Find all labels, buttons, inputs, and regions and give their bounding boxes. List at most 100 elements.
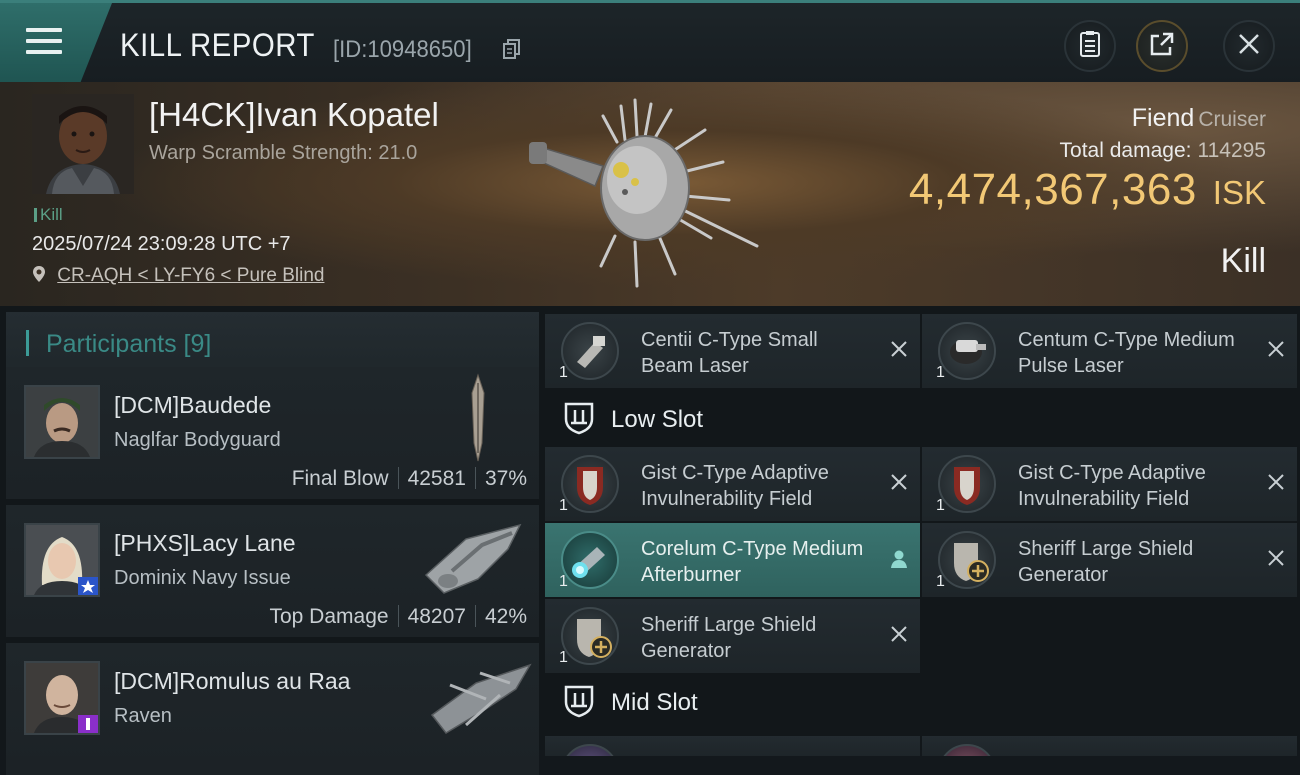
participant-ship-image	[464, 373, 492, 468]
module-slot[interactable]: 1 Centii C-Type Small Beam Laser	[545, 314, 920, 388]
total-damage-label: Total damage:	[1059, 139, 1192, 162]
module-name: Corelum C-Type Medium Afterburner	[641, 538, 864, 586]
copy-icon[interactable]	[503, 39, 521, 64]
victim-name: [H4CK]Ivan Kopatel	[149, 96, 439, 133]
ship-summary: Fiend Cruiser Total damage: 114295 4,474,3…	[909, 104, 1266, 215]
module-slot[interactable]	[922, 736, 1297, 756]
participant-avatar[interactable]	[24, 523, 100, 597]
module-icon	[561, 455, 619, 513]
section-mid-slot: Mid Slot	[543, 677, 1300, 729]
module-slot[interactable]: 1 Sheriff Large Shield Generator	[545, 599, 920, 673]
share-icon	[1149, 31, 1175, 62]
remove-icon[interactable]	[890, 473, 908, 496]
participants-title: Participants	[45, 330, 177, 358]
remove-icon[interactable]	[1267, 473, 1285, 496]
remove-icon[interactable]	[890, 340, 908, 363]
module-name: Sheriff Large Shield Generator	[1018, 538, 1194, 586]
participants-panel: Participants [9] [DCM]Baudede Naglfar Bo…	[0, 306, 543, 775]
module-qty: 1	[936, 573, 945, 590]
report-id: [ID:10948650]	[333, 36, 472, 63]
header-bar: KILL REPORT [ID:10948650]	[0, 0, 1300, 82]
module-qty: 1	[559, 497, 568, 514]
participant-name: [DCM]Baudede	[114, 392, 272, 418]
participants-header: Participants [9]	[6, 312, 539, 372]
section-label: Low Slot	[611, 406, 704, 433]
module-icon	[938, 744, 996, 756]
total-damage-value: 114295	[1197, 139, 1266, 162]
victim-ship-name: Fiend	[1131, 104, 1195, 132]
module-slot[interactable]	[545, 736, 920, 756]
module-name: Centum C-Type Medium Pulse Laser	[1018, 329, 1235, 377]
victim-banner: [H4CK]Ivan Kopatel Warp Scramble Strengt…	[0, 82, 1300, 306]
participant-ship: Naglfar Bodyguard	[114, 429, 281, 451]
participant-card[interactable]: [DCM]Romulus au Raa Raven	[6, 643, 539, 775]
participant-damage: 42581	[407, 467, 466, 490]
victim-ship-class: Cruiser	[1198, 108, 1266, 131]
section-label: Mid Slot	[611, 689, 698, 716]
kill-location[interactable]: CR-AQH < LY-FY6 < Pure Blind	[32, 265, 324, 287]
pilot-icon[interactable]	[890, 549, 908, 574]
participant-name: [DCM]Romulus au Raa	[114, 668, 351, 694]
module-qty: 1	[936, 497, 945, 514]
module-name: Gist C-Type Adaptive Invulnerability Fie…	[1018, 462, 1206, 510]
participant-percent: 42%	[484, 605, 527, 628]
participant-ship-image	[422, 519, 526, 604]
module-icon	[938, 322, 996, 380]
shield-slot-icon	[563, 684, 595, 723]
module-icon	[938, 531, 996, 589]
clipboard-icon	[1079, 30, 1101, 63]
kill-badge: Kill	[34, 205, 63, 225]
participant-tag: Final Blow	[291, 467, 389, 490]
module-qty: 1	[559, 573, 568, 590]
participant-avatar[interactable]	[24, 385, 100, 459]
isk-unit: ISK	[1212, 174, 1266, 211]
warp-scramble-strength: Warp Scramble Strength: 21.0	[149, 142, 418, 164]
participant-tag: Top Damage	[269, 605, 389, 628]
victim-ship-image	[525, 96, 765, 296]
participant-name: [PHXS]Lacy Lane	[114, 530, 296, 556]
share-button[interactable]	[1136, 20, 1188, 72]
participant-ship-image	[426, 655, 538, 744]
module-name: Gist C-Type Adaptive Invulnerability Fie…	[641, 462, 829, 510]
module-qty: 1	[559, 364, 568, 381]
module-slot[interactable]: 1 Gist C-Type Adaptive Invulnerability F…	[922, 447, 1297, 521]
remove-icon[interactable]	[890, 625, 908, 648]
victim-portrait[interactable]	[32, 94, 134, 194]
module-name: Centii C-Type Small Beam Laser	[641, 329, 818, 377]
module-qty: 1	[559, 649, 568, 666]
isk-value: 4,474,367,363	[908, 165, 1197, 214]
participant-ship: Dominix Navy Issue	[114, 567, 291, 589]
module-slot[interactable]: 1 Sheriff Large Shield Generator	[922, 523, 1297, 597]
remove-icon[interactable]	[1267, 340, 1285, 363]
remove-icon[interactable]	[1267, 549, 1285, 572]
participant-card[interactable]: [DCM]Baudede Naglfar Bodyguard Final Blo…	[6, 367, 539, 499]
kill-result: Kill	[1220, 242, 1266, 280]
module-qty: 1	[936, 364, 945, 381]
participant-ship: Raven	[114, 705, 172, 727]
participants-count: [9]	[183, 330, 212, 358]
participant-percent: 37%	[484, 467, 527, 490]
kill-timestamp: 2025/07/24 23:09:28 UTC +7	[32, 233, 291, 255]
menu-button[interactable]	[0, 3, 112, 82]
module-icon	[561, 607, 619, 665]
section-low-slot: Low Slot	[543, 394, 1300, 446]
close-icon	[1237, 32, 1261, 61]
shield-slot-icon	[563, 401, 595, 440]
participant-avatar[interactable]	[24, 661, 100, 735]
module-slot[interactable]: 1 Centum C-Type Medium Pulse Laser	[922, 314, 1297, 388]
location-pin-icon	[32, 265, 51, 286]
menu-icon	[26, 28, 62, 61]
module-icon	[938, 455, 996, 513]
module-icon	[561, 744, 619, 756]
fitting-panel: 1 Centii C-Type Small Beam Laser 1 Centu…	[543, 306, 1300, 756]
participant-card[interactable]: [PHXS]Lacy Lane Dominix Navy Issue Top D…	[6, 505, 539, 637]
clipboard-button[interactable]	[1064, 20, 1116, 72]
page-title: KILL REPORT	[120, 27, 315, 63]
close-button[interactable]	[1223, 20, 1275, 72]
module-icon	[561, 322, 619, 380]
location-link[interactable]: CR-AQH < LY-FY6 < Pure Blind	[57, 265, 324, 286]
module-icon	[561, 531, 619, 589]
module-name: Sheriff Large Shield Generator	[641, 614, 817, 662]
module-slot[interactable]: 1 Corelum C-Type Medium Afterburner	[545, 523, 920, 597]
module-slot[interactable]: 1 Gist C-Type Adaptive Invulnerability F…	[545, 447, 920, 521]
